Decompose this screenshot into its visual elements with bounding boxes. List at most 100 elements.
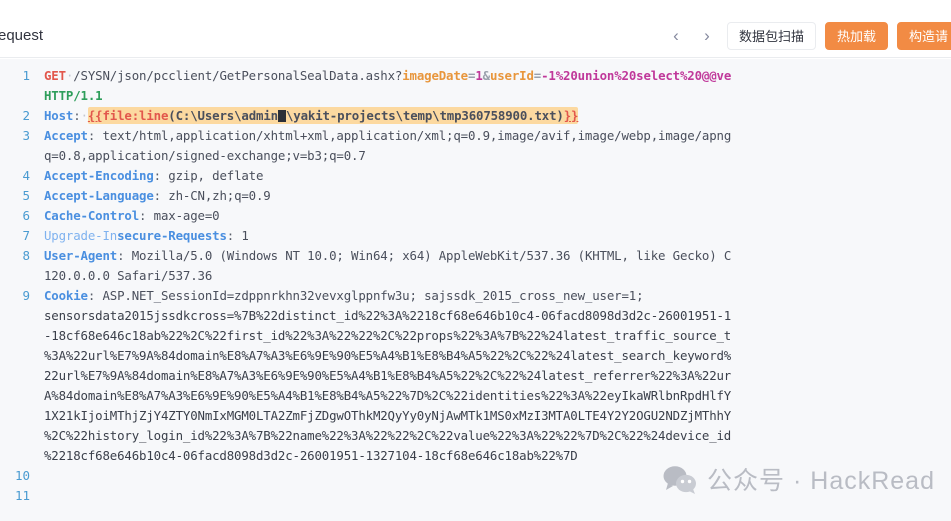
fuzztag-paren-close: ) (556, 108, 564, 123)
request-path: /SYSN/json/pcclient/GetPersonalSealData.… (73, 68, 395, 83)
cookie-value-continued[interactable]: %2218cf68e646b10c4-06facd8098d3d2c-26001… (44, 446, 951, 466)
header-name-suffix: secure-Requests (117, 228, 227, 243)
header-line-accept-encoding[interactable]: Accept-Encoding: gzip, deflate (44, 166, 951, 186)
colon: : (226, 228, 235, 243)
fuzztag-close-brace: }} (563, 108, 579, 123)
code-area[interactable]: 1 GET·/SYSN/json/pcclient/GetPersonalSea… (0, 59, 951, 506)
header-line-cache-control[interactable]: Cache-Control: max-age=0 (44, 206, 951, 226)
cookie-value-continued[interactable]: -18cf68e646c18ab%22%2C%22first_id%22%3A%… (44, 326, 951, 346)
colon: : (153, 168, 161, 183)
space-dot: · (80, 108, 88, 123)
header-line-cookie[interactable]: Cookie: ASP.NET_SessionId=zdppnrkhn32vev… (44, 286, 951, 306)
editor-header-bar: equest ‹ › 数据包扫描 热加载 构造请 (0, 14, 951, 58)
header-line-upgrade-insecure-requests[interactable]: Upgrade-Insecure-Requests: 1 (44, 226, 951, 246)
header-name: Cookie (44, 288, 88, 303)
query-value-2-sqli-payload: -1%20union%20select%20@@ve (541, 68, 732, 83)
cookie-value-continued[interactable]: 1X21kIjoiMThjZjY4ZTY0NmIxMGM0LTA2ZmFjZDg… (44, 406, 951, 426)
fuzztag-name: file:line (102, 108, 169, 123)
line-number: 10 (14, 468, 30, 483)
cookie-value-continued[interactable]: A%84domain%E8%A7%A3%E6%9E%90%E5%A4%B1%E8… (44, 386, 951, 406)
code-line: 9 Cookie: ASP.NET_SessionId=zdppnrkhn32v… (0, 286, 951, 306)
header-name: User-Agent (44, 248, 118, 263)
protocol-line[interactable]: HTTP/1.1 (44, 86, 951, 106)
code-line: 11 (0, 486, 951, 506)
line-number: 11 (14, 488, 30, 503)
header-line-accept-cont[interactable]: q=0.8,application/signed-exchange;v=b3;q… (44, 146, 951, 166)
line-number: 2 (22, 108, 30, 123)
fuzztag-paren-open: ( (168, 108, 176, 123)
chevron-right-icon[interactable]: › (696, 24, 718, 48)
header-value: ASP.NET_SessionId=zdppnrkhn32vevxglppnfw… (95, 288, 651, 303)
colon: : (153, 188, 161, 203)
header-value-continued: 120.0.0.0 Safari/537.36 (44, 268, 213, 283)
code-line: 3 Accept: text/html,application/xhtml+xm… (0, 126, 951, 146)
header-line-accept[interactable]: Accept: text/html,application/xhtml+xml,… (44, 126, 951, 146)
cookie-value-continued[interactable]: %2C%22history_login_id%22%3A%7B%22name%2… (44, 426, 951, 446)
code-line: %2C%22history_login_id%22%3A%7B%22name%2… (0, 426, 951, 446)
fuzztag-path-prefix: C:\Users\admin (175, 108, 278, 123)
header-name: Accept (44, 128, 88, 143)
header-value: max-age=0 (146, 208, 220, 223)
line-number: 4 (22, 168, 30, 183)
code-line: 7 Upgrade-Insecure-Requests: 1 (0, 226, 951, 246)
page-title: equest (0, 27, 44, 44)
line-number: 1 (22, 68, 30, 83)
header-value-continued: q=0.8,application/signed-exchange;v=b3;q… (44, 148, 366, 163)
fuzztag-file-line[interactable]: {{file:line(C:\Users\admin \yakit-project… (87, 107, 579, 124)
cookie-value-continued[interactable]: %3A%22url%E7%9A%84domain%E8%A7%A3%E6%9E%… (44, 346, 951, 366)
code-line: 22url%E7%9A%84domain%E8%A7%A3%E6%9E%90%E… (0, 366, 951, 386)
header-name-prefix: Upgrade-In (44, 228, 118, 243)
line-number: 6 (22, 208, 30, 223)
code-line: 8 User-Agent: Mozilla/5.0 (Windows NT 10… (0, 246, 951, 266)
cookie-value-continued[interactable]: 22url%E7%9A%84domain%E8%A7%A3%E6%9E%90%E… (44, 366, 951, 386)
code-line: 120.0.0.0 Safari/537.36 (0, 266, 951, 286)
code-line: 4 Accept-Encoding: gzip, deflate (0, 166, 951, 186)
line-number: 7 (22, 228, 30, 243)
header-value: Mozilla/5.0 (Windows NT 10.0; Win64; x64… (124, 248, 732, 263)
header-actions: ‹ › 数据包扫描 热加载 构造请 (665, 21, 951, 50)
header-value: text/html,application/xhtml+xml,applicat… (95, 128, 732, 143)
code-line: 1 GET·/SYSN/json/pcclient/GetPersonalSea… (0, 66, 951, 86)
text-cursor (277, 110, 286, 122)
yakit-request-editor-window: equest ‹ › 数据包扫描 热加载 构造请 1 GET·/SYSN/jso… (0, 0, 951, 521)
header-value: gzip, deflate (160, 168, 264, 183)
build-request-button[interactable]: 构造请 (896, 21, 951, 50)
fuzztag-open-brace: {{ (87, 108, 103, 123)
header-line-accept-language[interactable]: Accept-Language: zh-CN,zh;q=0.9 (44, 186, 951, 206)
header-name: Accept-Language (44, 188, 154, 203)
code-line: %3A%22url%E7%9A%84domain%E8%A7%A3%E6%9E%… (0, 346, 951, 366)
equals-2: = (533, 68, 542, 83)
query-key-1: imageDate (402, 68, 468, 83)
http-request-editor[interactable]: 1 GET·/SYSN/json/pcclient/GetPersonalSea… (0, 59, 951, 521)
request-line[interactable]: GET·/SYSN/json/pcclient/GetPersonalSealD… (44, 66, 951, 86)
code-line: %2218cf68e646b10c4-06facd8098d3d2c-26001… (0, 446, 951, 466)
code-line: q=0.8,application/signed-exchange;v=b3;q… (0, 146, 951, 166)
http-protocol: HTTP/1.1 (44, 88, 103, 103)
packet-scan-button[interactable]: 数据包扫描 (726, 21, 816, 50)
code-line: sensorsdata2015jssdkcross=%7B%22distinct… (0, 306, 951, 326)
line-number: 8 (22, 248, 30, 263)
header-line-user-agent[interactable]: User-Agent: Mozilla/5.0 (Windows NT 10.0… (44, 246, 951, 266)
colon: : (73, 108, 81, 123)
header-value: zh-CN,zh;q=0.9 (160, 188, 271, 203)
code-line: 5 Accept-Language: zh-CN,zh;q=0.9 (0, 186, 951, 206)
http-method: GET (44, 68, 66, 83)
header-name-host: Host (44, 108, 74, 123)
line-number: 5 (22, 188, 30, 203)
host-header-line[interactable]: Host:·{{file:line(C:\Users\admin \yakit-p… (44, 106, 951, 126)
query-key-2: userId (489, 68, 534, 83)
code-line: 1X21kIjoiMThjZjY4ZTY0NmIxMGM0LTA2ZmFjZDg… (0, 406, 951, 426)
header-line-user-agent-cont[interactable]: 120.0.0.0 Safari/537.36 (44, 266, 951, 286)
line-number: 3 (22, 128, 30, 143)
chevron-left-icon[interactable]: ‹ (665, 24, 687, 48)
code-line: -18cf68e646c18ab%22%2C%22first_id%22%3A%… (0, 326, 951, 346)
fuzztag-path-suffix: \yakit-projects\temp\tmp360758900.txt (285, 108, 557, 123)
hot-reload-button[interactable]: 热加载 (824, 21, 888, 50)
cookie-value-continued[interactable]: sensorsdata2015jssdkcross=%7B%22distinct… (44, 306, 951, 326)
header-name: Cache-Control (44, 208, 140, 223)
code-line: 10 (0, 466, 951, 486)
query-ampersand: & (482, 68, 490, 83)
header-value: 1 (234, 228, 249, 243)
line-number: 9 (22, 288, 30, 303)
code-line: A%84domain%E8%A7%A3%E6%9E%90%E5%A4%B1%E8… (0, 386, 951, 406)
